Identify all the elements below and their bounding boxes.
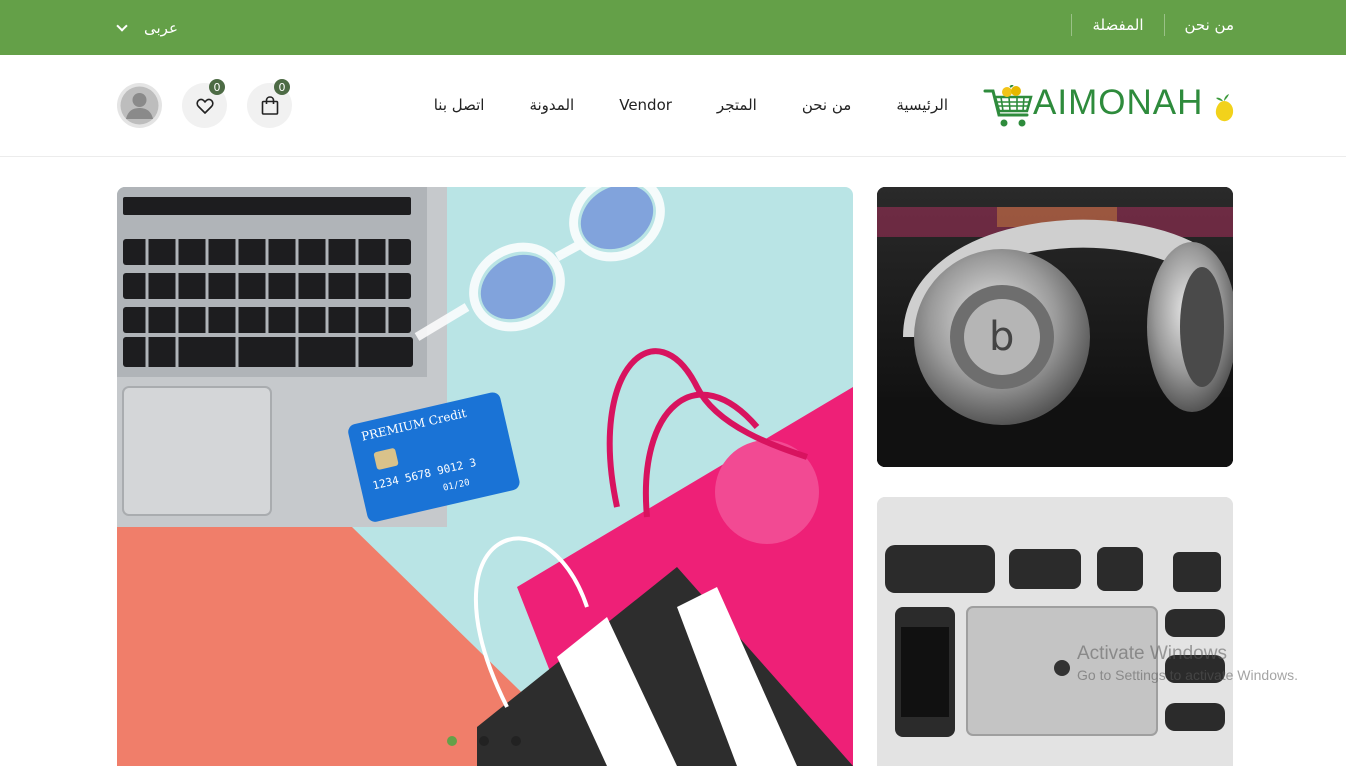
hero-image: PREMIUM Credit 1234 5678 9012 3 01/20 (117, 187, 853, 766)
divider (1163, 14, 1165, 36)
slider-pagination (447, 736, 521, 746)
cart-count-badge: 0 (274, 79, 290, 95)
wishlist-count-badge: 0 (209, 79, 225, 95)
user-icon (120, 86, 159, 125)
header-icons: 0 0 (117, 79, 292, 128)
lemon-icon (1215, 94, 1234, 122)
main-nav: الرئيسية من نحن المتجر Vendor المدونة ات… (434, 96, 948, 114)
language-label: عربى (144, 19, 178, 37)
bag-icon (261, 96, 278, 115)
hero-slide[interactable]: PREMIUM Credit 1234 5678 9012 3 01/20 (117, 187, 853, 766)
windows-activation-watermark: Activate Windows Go to Settings to activ… (1077, 643, 1298, 683)
chevron-down-icon (116, 20, 128, 32)
headphones-image: b (877, 187, 1233, 467)
top-bar: عربى من نحن المفضلة (0, 0, 1346, 55)
slider-dot-3[interactable] (511, 736, 521, 746)
top-links: من نحن المفضلة (1071, 14, 1234, 36)
site-logo[interactable]: AIMONAH (983, 83, 1235, 129)
watermark-subtitle: Go to Settings to activate Windows. (1077, 667, 1298, 683)
nav-item-contact[interactable]: اتصل بنا (434, 96, 485, 114)
watermark-title: Activate Windows (1077, 643, 1227, 664)
side-banner-gadgets[interactable] (877, 497, 1233, 766)
cart-logo-icon (983, 85, 1033, 127)
wishlist-button[interactable]: 0 (182, 79, 227, 128)
nav-item-vendor[interactable]: Vendor (619, 96, 672, 114)
top-link-wishlist[interactable]: المفضلة (1072, 16, 1163, 34)
cart-button[interactable]: 0 (247, 79, 292, 128)
svg-text:b: b (989, 314, 1014, 360)
gadgets-image (877, 497, 1233, 766)
nav-item-home[interactable]: الرئيسية (896, 96, 948, 114)
logo-text: AIMONAH (1033, 83, 1204, 122)
nav-item-shop[interactable]: المتجر (717, 96, 757, 114)
slider-dot-2[interactable] (479, 736, 489, 746)
divider (1071, 14, 1073, 36)
main-header: AIMONAH الرئيسية من نحن المتجر Vendor ال… (0, 55, 1346, 157)
language-selector[interactable]: عربى (116, 16, 178, 40)
top-link-about[interactable]: من نحن (1165, 16, 1235, 34)
side-banner-headphones[interactable]: b (877, 187, 1233, 467)
user-avatar[interactable] (117, 83, 162, 128)
slider-dot-1[interactable] (447, 736, 457, 746)
heart-icon (195, 98, 214, 114)
nav-item-about[interactable]: من نحن (802, 96, 852, 114)
nav-item-blog[interactable]: المدونة (529, 96, 574, 114)
